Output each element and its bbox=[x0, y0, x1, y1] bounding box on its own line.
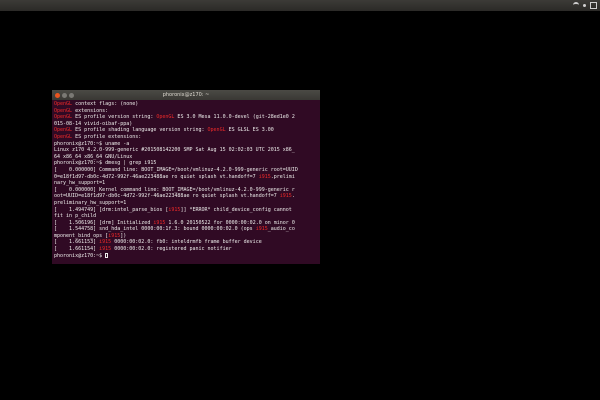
terminal-text: context flags: (none) bbox=[72, 101, 139, 107]
terminal-line: 015-08-14 vivid-oibaf-ppa) bbox=[54, 121, 318, 128]
highlighted-match: OpenGL bbox=[54, 127, 73, 134]
terminal-line: phoronix@z170:~$ bbox=[54, 252, 318, 260]
terminal-text: [ 1.506196] [drm] Initialized bbox=[54, 219, 154, 226]
terminal-line: 0=e18f1d97-db0c-4d72-992f-46ae223488ae r… bbox=[54, 174, 318, 181]
highlighted-match: i915 bbox=[99, 246, 112, 253]
terminal-line: phoronix@z170:~$ dmesg | grep i915 bbox=[54, 160, 318, 167]
terminal-line: [ 0.000000] Command line: BOOT_IMAGE=/bo… bbox=[54, 167, 318, 174]
terminal-text: phoronix@z170:~$ dmesg | grep i915 bbox=[54, 160, 157, 167]
terminal-text: [ 1.494749] [drm:intel_parse_bios [ bbox=[54, 206, 169, 213]
terminal-text: ]] *ERROR* child_device_config cannot bbox=[180, 206, 292, 213]
terminal-line: [ 1.494749] [drm:intel_parse_bios [i915]… bbox=[54, 207, 318, 214]
settings-icon[interactable] bbox=[590, 2, 597, 9]
terminal-text: [ 0.000000] Command line: BOOT_IMAGE=/bo… bbox=[54, 166, 298, 173]
highlighted-match: OpenGL bbox=[54, 107, 73, 114]
terminal-line: OpenGL ES profile version string: OpenGL… bbox=[54, 114, 318, 121]
terminal-text: preliminary_hw_support=1 bbox=[54, 199, 127, 206]
terminal-text: extensions: bbox=[72, 107, 109, 114]
terminal-text: ES GLSL ES 3.00 bbox=[225, 127, 274, 134]
highlighted-match: i915 bbox=[99, 239, 112, 246]
network-icon[interactable] bbox=[573, 2, 579, 9]
terminal-text: phoronix@z170:~$ uname -a bbox=[54, 140, 130, 147]
terminal-text: 0000:00:02.0: fb0: inteldrmfb frame buff… bbox=[111, 239, 262, 246]
terminal-line: [ 1.544758] snd_hda_intel 0000:00:1f.3: … bbox=[54, 226, 318, 233]
terminal-line: OpenGL extensions: bbox=[54, 108, 318, 115]
terminal-text: ES 3.0 Mesa 11.0.0-devel (git-28ed1e0 2 bbox=[174, 114, 295, 121]
terminal-window[interactable]: phoronix@z170: ~ OpenGL context flags: (… bbox=[52, 90, 320, 264]
terminal-text: 1.6.0 20150522 for 0000:00:02.0 on minor… bbox=[165, 219, 295, 226]
terminal-cursor bbox=[105, 252, 109, 258]
terminal-line: phoronix@z170:~$ uname -a bbox=[54, 141, 318, 148]
highlighted-match: i915 bbox=[255, 226, 268, 233]
sound-icon[interactable] bbox=[583, 4, 586, 7]
window-title: phoronix@z170: ~ bbox=[162, 92, 210, 98]
terminal-text: 64 x86_64 x86_64 GNU/Linux bbox=[54, 153, 133, 160]
terminal-line: [ 1.661154] i915 0000:00:02.0: registere… bbox=[54, 246, 318, 253]
terminal-text: fit in p_child bbox=[54, 213, 97, 220]
highlighted-match: OpenGL bbox=[156, 114, 175, 121]
terminal-line: [ 1.506196] [drm] Initialized i915 1.6.0… bbox=[54, 220, 318, 227]
highlighted-match: OpenGL bbox=[54, 101, 73, 107]
terminal-text: ]) bbox=[120, 232, 127, 239]
terminal-text: oot=UUID=e18f1d97-db0c-4d72-992f-46ae223… bbox=[54, 193, 280, 200]
terminal-text: .prelimi bbox=[270, 173, 295, 180]
system-tray bbox=[573, 0, 597, 11]
terminal-text: [ 0.000000] Kernel command line: BOOT_IM… bbox=[54, 186, 295, 193]
terminal-line: oot=UUID=e18f1d97-db0c-4d72-992f-46ae223… bbox=[54, 193, 318, 200]
terminal-text: 0000:00:02.0: registered panic notifier bbox=[111, 246, 232, 253]
terminal-text: [ 1.661154] bbox=[54, 246, 100, 253]
terminal-line: Linux z170 4.2.0-999-generic #2015081422… bbox=[54, 147, 318, 154]
terminal-text: phoronix@z170:~$ bbox=[54, 252, 106, 259]
terminal-text: ES profile version string: bbox=[72, 114, 157, 121]
terminal-line: [ 0.000000] Kernel command line: BOOT_IM… bbox=[54, 187, 318, 194]
terminal-text: ES profile extensions: bbox=[72, 133, 142, 140]
terminal-text: [ 1.661153] bbox=[54, 239, 100, 246]
terminal-text: . bbox=[291, 193, 295, 200]
top-panel bbox=[0, 0, 600, 11]
terminal-line: 64 x86_64 x86_64 GNU/Linux bbox=[54, 154, 318, 161]
terminal-line: fit in p_child bbox=[54, 213, 318, 220]
terminal-line: [ 1.661153] i915 0000:00:02.0: fb0: inte… bbox=[54, 239, 318, 246]
highlighted-match: OpenGL bbox=[54, 133, 73, 140]
terminal-line: nary_hw_support=1 bbox=[54, 180, 318, 187]
terminal-line: OpenGL ES profile extensions: bbox=[54, 134, 318, 141]
highlighted-match: i915 bbox=[258, 173, 271, 180]
highlighted-match: OpenGL bbox=[54, 114, 73, 121]
terminal-text: 0=e18f1d97-db0c-4d72-992f-46ae223488ae r… bbox=[54, 173, 259, 180]
terminal-text: _audio_co bbox=[267, 226, 295, 233]
highlighted-match: OpenGL bbox=[207, 127, 226, 134]
terminal-text: [ 1.544758] snd_hda_intel 0000:00:1f.3: … bbox=[54, 226, 256, 233]
terminal-text: nary_hw_support=1 bbox=[54, 180, 106, 187]
highlighted-match: i915 bbox=[168, 206, 181, 213]
terminal-text: 015-08-14 vivid-oibaf-ppa) bbox=[54, 120, 133, 127]
terminal-text: ES profile shading language version stri… bbox=[72, 127, 208, 134]
terminal-text: mponent_bind_ops [ bbox=[54, 232, 109, 239]
highlighted-match: i915 bbox=[153, 219, 166, 226]
terminal-text: Linux z170 4.2.0-999-generic #2015081422… bbox=[54, 147, 295, 154]
highlighted-match: i915 bbox=[279, 193, 292, 200]
terminal-line: OpenGL ES profile shading language versi… bbox=[54, 127, 318, 134]
terminal-line: preliminary_hw_support=1 bbox=[54, 200, 318, 207]
terminal-line: mponent_bind_ops [i915]) bbox=[54, 233, 318, 240]
terminal-output[interactable]: OpenGL context flags: (none) OpenGL exten… bbox=[52, 100, 320, 260]
terminal-titlebar[interactable]: phoronix@z170: ~ bbox=[52, 90, 320, 100]
terminal-line: OpenGL context flags: (none) bbox=[54, 101, 318, 108]
highlighted-match: i915 bbox=[108, 232, 121, 239]
